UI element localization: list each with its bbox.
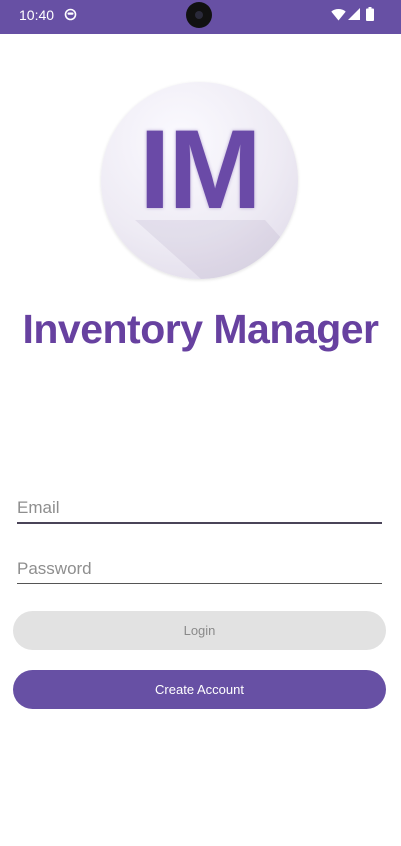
password-field[interactable] [17, 554, 382, 584]
app-logo: IM [101, 82, 298, 279]
status-bar: 10:40 [0, 0, 401, 34]
wifi-icon [331, 9, 346, 21]
signal-icon [348, 8, 360, 20]
login-screen: 10:40 IM Inventory Manager Login Create … [0, 0, 401, 846]
status-time: 10:40 [19, 7, 55, 23]
logo-text: IM [139, 107, 261, 232]
email-field[interactable] [17, 494, 382, 524]
login-button[interactable]: Login [13, 611, 386, 650]
battery-icon [366, 7, 374, 21]
create-account-button[interactable]: Create Account [13, 670, 386, 709]
camera-cutout [186, 2, 212, 28]
notification-icon [64, 8, 77, 21]
app-title: Inventory Manager [22, 306, 379, 352]
